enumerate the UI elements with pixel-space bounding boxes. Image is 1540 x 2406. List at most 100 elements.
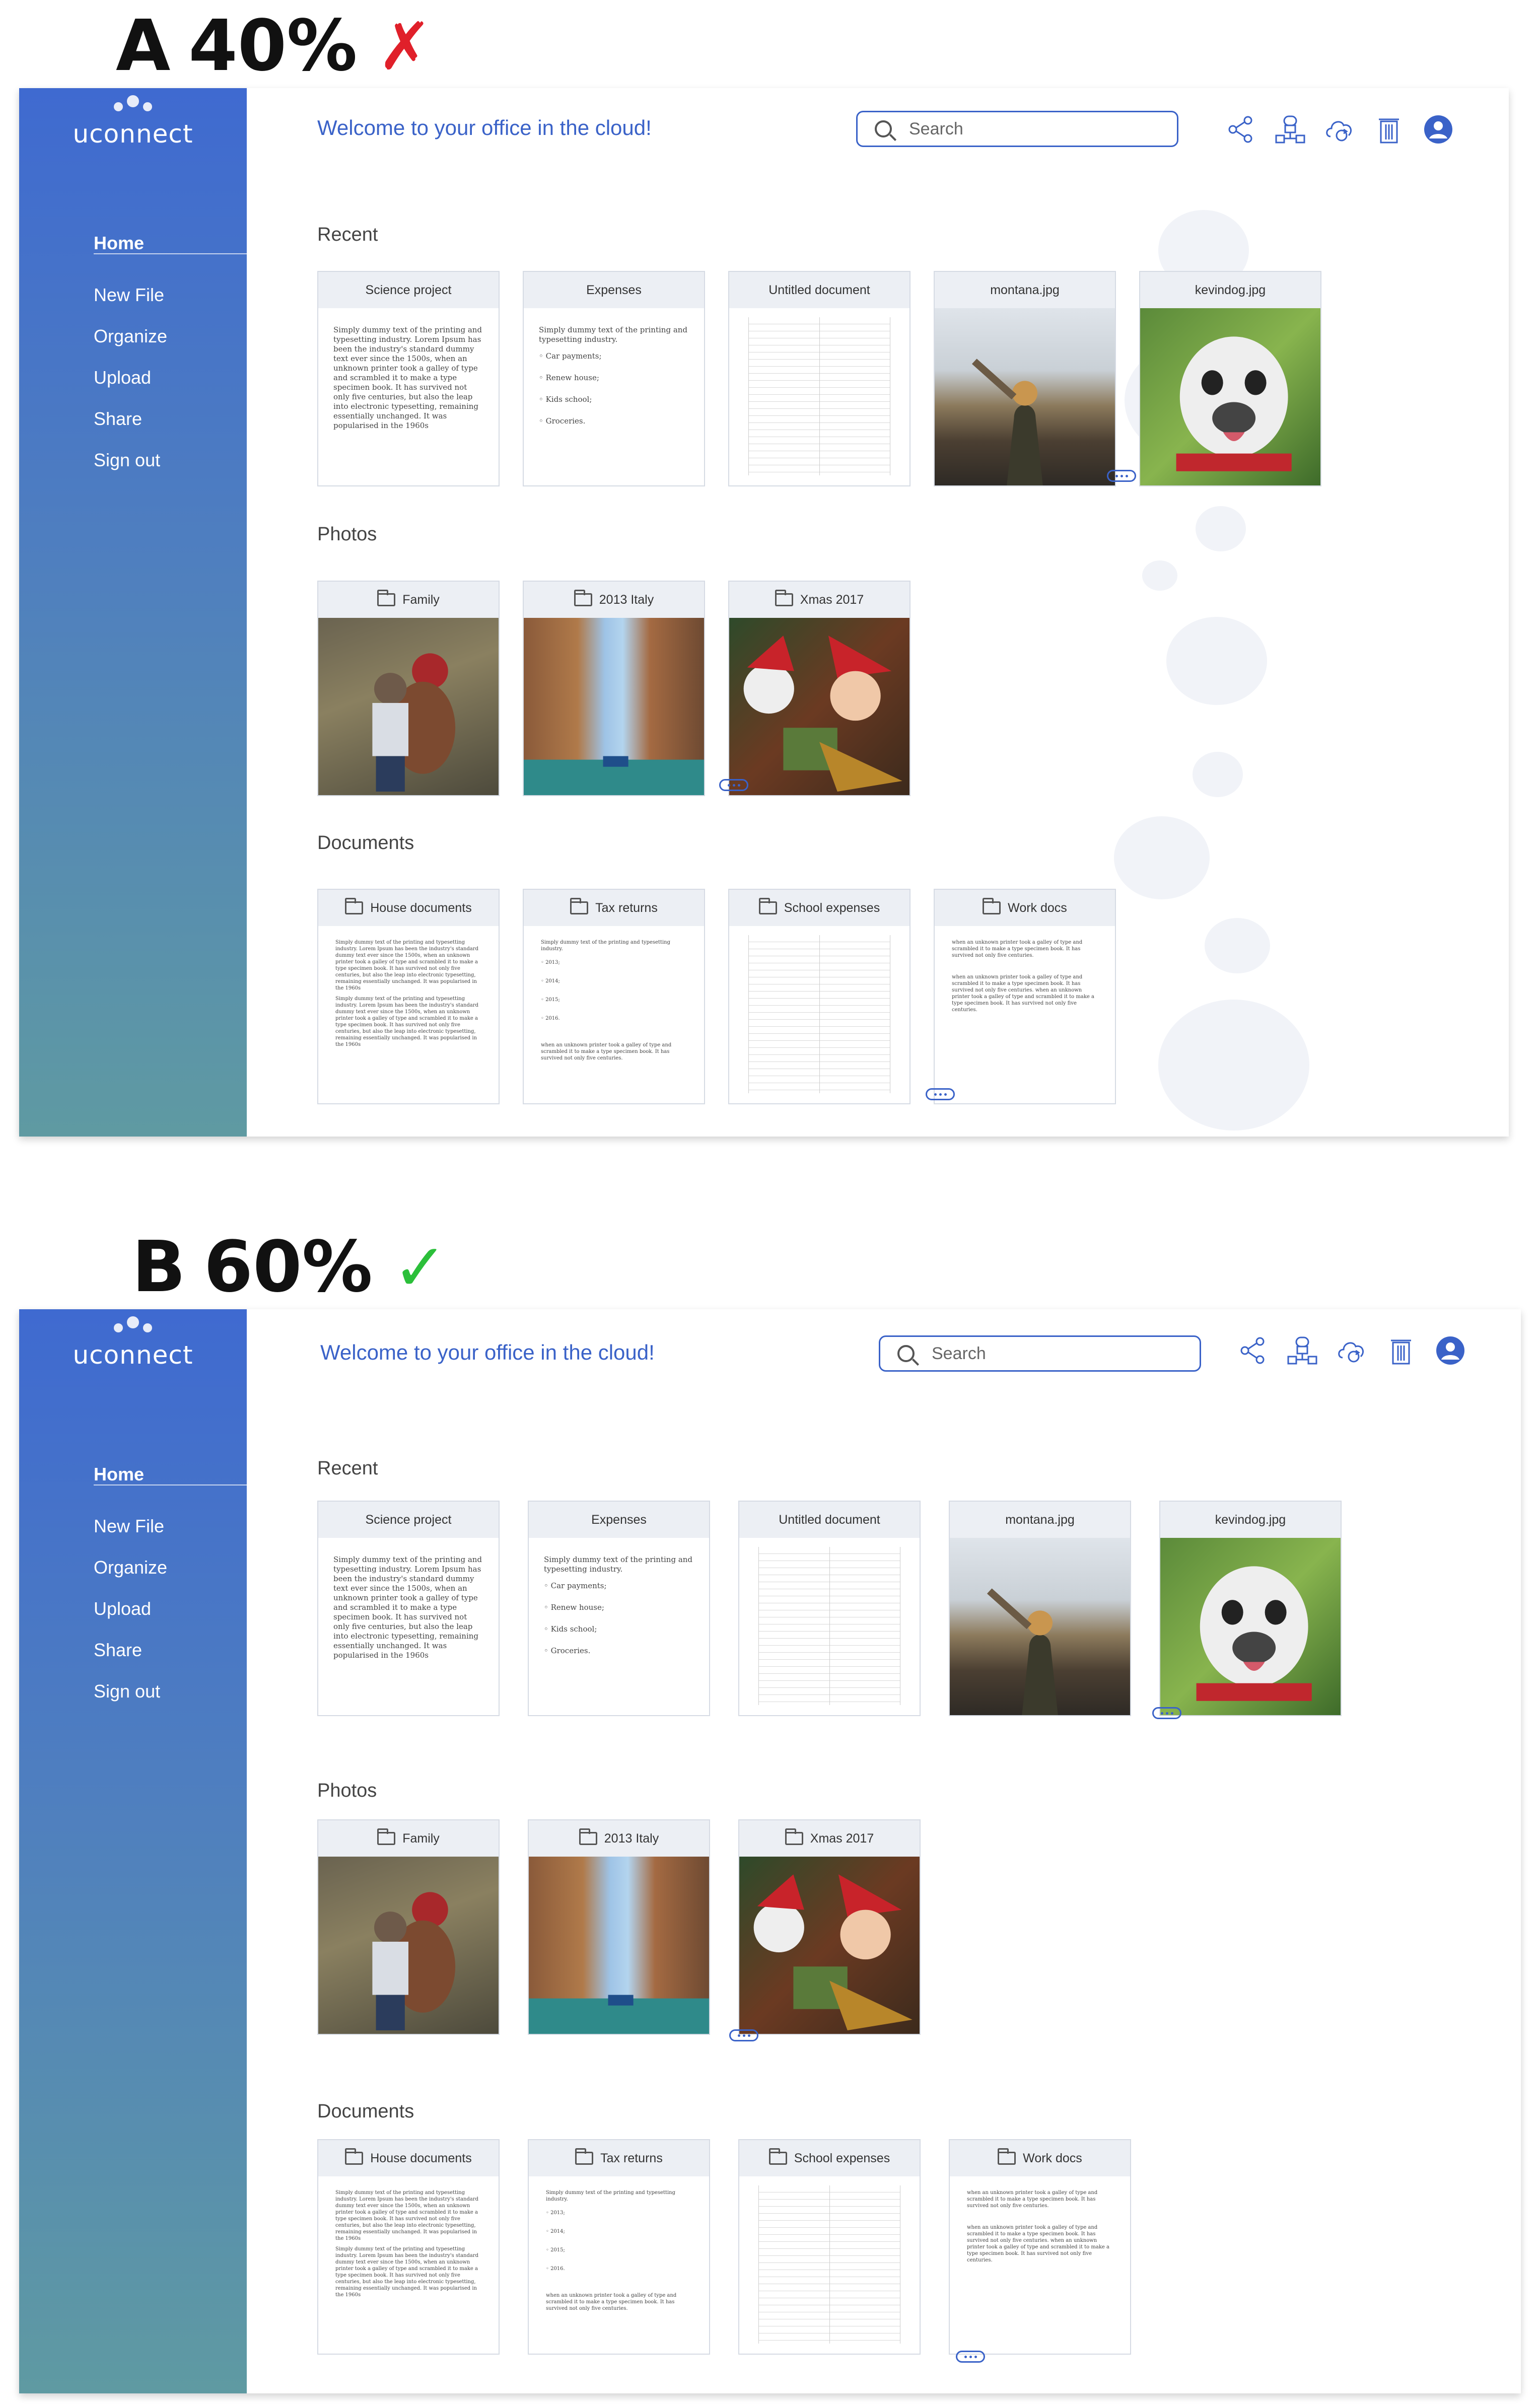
background-bubble [1158, 1000, 1309, 1130]
search-placeholder: Search [932, 1343, 986, 1363]
photo-italy [529, 1857, 709, 2034]
main-area: Welcome to your office in the cloud! Sea… [247, 1309, 1521, 2393]
main-area: Welcome to your office in the cloud! Sea… [247, 88, 1509, 1137]
card-title: Untitled document [729, 272, 909, 308]
folder-icon [768, 2148, 787, 2165]
more-recent-button[interactable] [1107, 470, 1136, 482]
card-title: School expenses [739, 2140, 920, 2176]
doc-folder-house-documents[interactable]: House documents Simply dummy text of the… [317, 2139, 500, 2355]
sidebar-item-organize[interactable]: Organize [94, 1547, 247, 1588]
sidebar-nav: Home New File Organize Upload Share Sign… [94, 1465, 247, 1712]
background-bubble [1205, 918, 1270, 973]
photo-folder-2013-italy[interactable]: 2013 Italy [523, 581, 705, 796]
sidebar-item-upload[interactable]: Upload [94, 357, 247, 398]
sidebar-item-share[interactable]: Share [94, 1630, 247, 1671]
photo-folder-2013-italy[interactable]: 2013 Italy [528, 1819, 710, 2035]
sidebar-item-sign-out[interactable]: Sign out [94, 440, 247, 481]
card-preview: Simply dummy text of the printing and ty… [524, 308, 704, 455]
variant-b-label: B 60% ✓ [132, 1226, 448, 1308]
card-title: Xmas 2017 [729, 582, 909, 618]
network-icon[interactable] [1274, 113, 1306, 146]
app-logo[interactable]: uconnect [19, 1340, 247, 1370]
app-logo[interactable]: uconnect [19, 119, 247, 149]
folder-name: Work docs [1008, 900, 1067, 915]
recent-card-expenses[interactable]: Expenses Simply dummy text of the printi… [528, 1501, 710, 1716]
user-icon[interactable] [1434, 1334, 1466, 1367]
sidebar-item-new-file[interactable]: New File [94, 274, 247, 316]
folder-icon [775, 590, 793, 606]
card-preview-text: Simply dummy text of the printing and ty… [333, 325, 482, 430]
sidebar-item-share[interactable]: Share [94, 398, 247, 440]
search-input[interactable]: Search [856, 111, 1178, 147]
trash-icon[interactable] [1373, 113, 1405, 146]
doc-folder-tax-returns[interactable]: Tax returns Simply dummy text of the pri… [528, 2139, 710, 2355]
trash-icon[interactable] [1385, 1334, 1417, 1367]
variant-letter: B [132, 1226, 186, 1308]
folder-name: Work docs [1023, 2151, 1082, 2165]
photo-folder-family[interactable]: Family [317, 1819, 500, 2035]
cloud-sync-icon[interactable] [1336, 1334, 1368, 1367]
list-item: Kids school; [539, 395, 689, 404]
mockup-a: uconnect Home New File Organize Upload S… [19, 88, 1509, 1137]
card-title: Tax returns [524, 890, 704, 926]
share-icon[interactable] [1225, 113, 1257, 146]
sidebar-item-home[interactable]: Home [94, 234, 247, 254]
search-input[interactable]: Search [879, 1335, 1201, 1372]
more-documents-button[interactable] [956, 2351, 985, 2363]
recent-card-science-project[interactable]: Science project Simply dummy text of the… [317, 1501, 500, 1716]
card-title: Family [318, 1820, 499, 1857]
recent-card-kevindog[interactable]: kevindog.jpg [1159, 1501, 1342, 1716]
doc-folder-tax-returns[interactable]: Tax returns Simply dummy text of the pri… [523, 889, 705, 1104]
card-preview: when an unknown printer took a galley of… [935, 926, 1115, 1026]
card-preview-text: Simply dummy text of the printing and ty… [333, 1555, 482, 1660]
card-preview-text: when an unknown printer took a galley of… [952, 940, 1083, 958]
doc-folder-work-docs[interactable]: Work docs when an unknown printer took a… [949, 2139, 1131, 2355]
list-item: 2014; [541, 978, 687, 984]
card-title: Tax returns [529, 2140, 709, 2176]
card-title: Science project [318, 1502, 499, 1538]
card-preview-text: Simply dummy text of the printing and ty… [335, 2246, 479, 2298]
sidebar-item-sign-out[interactable]: Sign out [94, 1671, 247, 1712]
section-title-recent: Recent [317, 1458, 378, 1479]
more-recent-button[interactable] [1152, 1707, 1181, 1719]
photo-folder-xmas-2017[interactable]: Xmas 2017 [728, 581, 911, 796]
background-bubble [1166, 617, 1267, 705]
mockup-b: uconnect Home New File Organize Upload S… [19, 1309, 1521, 2393]
photo-folder-xmas-2017[interactable]: Xmas 2017 [738, 1819, 921, 2035]
recent-card-kevindog[interactable]: kevindog.jpg [1139, 271, 1321, 486]
recent-card-science-project[interactable]: Science project Simply dummy text of the… [317, 271, 500, 486]
photo-folder-family[interactable]: Family [317, 581, 500, 796]
recent-card-untitled-document[interactable]: Untitled document [738, 1501, 921, 1716]
recent-card-montana[interactable]: montana.jpg [949, 1501, 1131, 1716]
list-item: 2013; [541, 959, 687, 966]
card-title: kevindog.jpg [1160, 1502, 1341, 1538]
cloud-sync-icon[interactable] [1323, 113, 1356, 146]
folder-name: School expenses [794, 2151, 890, 2165]
more-documents-button[interactable] [926, 1088, 955, 1100]
sidebar-item-organize[interactable]: Organize [94, 316, 247, 357]
doc-folder-house-documents[interactable]: House documents Simply dummy text of the… [317, 889, 500, 1104]
sidebar-item-new-file[interactable]: New File [94, 1506, 247, 1547]
card-preview: Simply dummy text of the printing and ty… [318, 926, 499, 1061]
doc-folder-work-docs[interactable]: Work docs when an unknown printer took a… [934, 889, 1116, 1104]
sidebar-item-home[interactable]: Home [94, 1465, 247, 1485]
doc-folder-school-expenses[interactable]: School expenses [738, 2139, 921, 2355]
folder-icon [570, 898, 589, 914]
doc-folder-school-expenses[interactable]: School expenses [728, 889, 911, 1104]
card-title: House documents [318, 2140, 499, 2176]
card-title: montana.jpg [950, 1502, 1130, 1538]
share-icon[interactable] [1237, 1334, 1269, 1367]
sidebar-item-upload[interactable]: Upload [94, 1588, 247, 1630]
toolbar [1225, 113, 1454, 146]
recent-card-untitled-document[interactable]: Untitled document [728, 271, 911, 486]
user-icon[interactable] [1422, 113, 1454, 146]
more-photos-button[interactable] [729, 2029, 758, 2041]
more-photos-button[interactable] [719, 779, 748, 791]
check-icon: ✓ [392, 1229, 448, 1306]
recent-card-expenses[interactable]: Expenses Simply dummy text of the printi… [523, 271, 705, 486]
search-icon [875, 120, 892, 137]
folder-name: Family [402, 1831, 440, 1846]
network-icon[interactable] [1286, 1334, 1318, 1367]
recent-card-montana[interactable]: montana.jpg [934, 271, 1116, 486]
section-title-recent: Recent [317, 224, 378, 245]
